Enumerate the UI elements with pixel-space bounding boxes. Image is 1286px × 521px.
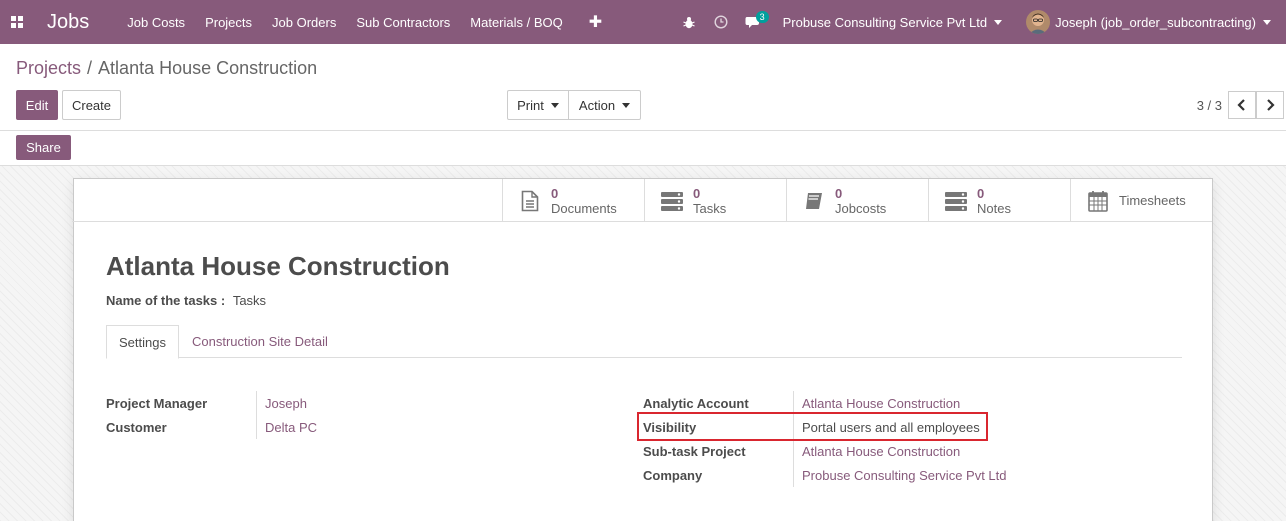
tasks-label: Tasks — [693, 200, 727, 216]
field-sub-task-project: Sub-task Project Atlanta House Construct… — [643, 439, 1123, 463]
field-label: Analytic Account — [643, 395, 749, 411]
avatar — [1026, 10, 1051, 34]
notes-count: 0 — [977, 185, 985, 201]
timesheets-button[interactable]: Timesheets — [1070, 179, 1212, 222]
field-label: Customer — [106, 419, 167, 435]
field-divider — [256, 415, 257, 439]
record-title: Atlanta House Construction — [106, 251, 450, 281]
chat-icon[interactable]: 3 — [737, 0, 769, 44]
chevron-down-icon — [550, 102, 559, 108]
field-divider — [793, 463, 794, 487]
project-manager-link[interactable]: Joseph — [265, 396, 307, 411]
documents-count: 0 — [551, 185, 559, 201]
chevron-down-icon — [1263, 19, 1271, 25]
tasks-button[interactable]: 0 Tasks — [644, 179, 786, 222]
field-project-manager: Project Manager Joseph — [106, 391, 566, 415]
apps-grid-icon[interactable] — [0, 0, 34, 44]
user-name: Joseph (job_order_subcontracting) — [1055, 14, 1256, 30]
menu-job-orders[interactable]: Job Orders — [272, 15, 336, 30]
task-name-line: Name of the tasks : Tasks — [106, 293, 266, 308]
chat-badge: 3 — [755, 11, 769, 23]
share-button[interactable]: Share — [16, 135, 71, 160]
breadcrumb: Projects / Atlanta House Construction — [16, 58, 317, 79]
visibility-highlight-box — [637, 412, 988, 441]
jobcosts-label: Jobcosts — [835, 200, 887, 216]
company-switcher[interactable]: Probuse Consulting Service Pvt Ltd — [783, 15, 1003, 30]
jobcosts-button[interactable]: 0 Jobcosts — [786, 179, 928, 222]
field-company: Company Probuse Consulting Service Pvt L… — [643, 463, 1123, 487]
company-link[interactable]: Probuse Consulting Service Pvt Ltd — [802, 468, 1007, 483]
jobcosts-count: 0 — [835, 185, 843, 201]
document-icon — [519, 189, 541, 213]
action-label: Action — [578, 97, 616, 113]
edit-button[interactable]: Edit — [16, 90, 58, 120]
tab-construction-site-detail[interactable]: Construction Site Detail — [180, 325, 340, 358]
documents-label: Documents — [551, 200, 617, 216]
menu-projects[interactable]: Projects — [205, 15, 252, 30]
menu-materials-boq[interactable]: Materials / BOQ — [470, 15, 562, 30]
app-brand[interactable]: Jobs — [47, 11, 89, 34]
breadcrumb-separator: / — [87, 58, 93, 78]
pager-next-button[interactable] — [1256, 91, 1284, 119]
tab-settings[interactable]: Settings — [106, 325, 179, 359]
field-label: Sub-task Project — [643, 443, 746, 459]
notes-label: Notes — [977, 200, 1011, 216]
chevron-down-icon — [994, 19, 1003, 25]
notes-icon — [945, 189, 967, 213]
bug-icon[interactable] — [673, 0, 705, 44]
tasks-count: 0 — [693, 185, 701, 201]
chevron-down-icon — [622, 102, 631, 108]
timesheets-label: Timesheets — [1119, 193, 1186, 208]
notebook-tabs: Settings Construction Site Detail — [106, 325, 1182, 359]
book-icon — [803, 189, 825, 213]
print-dropdown[interactable]: Print — [507, 90, 569, 120]
chevron-left-icon — [1237, 99, 1245, 111]
menu-sub-contractors[interactable]: Sub Contractors — [356, 15, 450, 30]
analytic-account-link[interactable]: Atlanta House Construction — [802, 396, 960, 411]
menu-job-costs[interactable]: Job Costs — [127, 15, 185, 30]
user-menu[interactable]: Joseph (job_order_subcontracting) — [1026, 10, 1271, 34]
plus-icon[interactable]: ✚ — [589, 12, 602, 32]
chevron-right-icon — [1267, 99, 1275, 111]
print-label: Print — [517, 97, 544, 113]
company-name: Probuse Consulting Service Pvt Ltd — [782, 14, 988, 30]
calendar-icon — [1087, 189, 1109, 213]
divider — [0, 130, 1286, 131]
documents-button[interactable]: 0 Documents — [502, 179, 644, 222]
tasks-icon — [661, 189, 683, 213]
pager-previous-button[interactable] — [1228, 91, 1256, 119]
top-navbar: Jobs Job Costs Projects Job Orders Sub C… — [0, 0, 1286, 44]
field-label: Project Manager — [106, 395, 208, 411]
pager-value[interactable]: 3 / 3 — [1197, 98, 1222, 113]
breadcrumb-current: Atlanta House Construction — [98, 58, 318, 78]
field-customer: Customer Delta PC — [106, 415, 566, 439]
navbar-systray: 3 Probuse Consulting Service Pvt Ltd Jos… — [673, 0, 1286, 44]
task-name-value: Tasks — [232, 293, 267, 308]
field-divider — [256, 391, 257, 415]
breadcrumb-projects-link[interactable]: Projects — [16, 58, 81, 79]
action-dropdown[interactable]: Action — [568, 90, 641, 120]
clock-icon[interactable] — [705, 0, 737, 44]
smart-button-box: 0 Documents 0 Tasks 0 Jobcosts 0 Notes T… — [72, 179, 1212, 222]
task-name-label: Name of the tasks : — [106, 293, 226, 308]
create-button[interactable]: Create — [62, 90, 121, 120]
field-label: Company — [643, 467, 703, 483]
field-divider — [793, 439, 794, 463]
form-sheet: 0 Documents 0 Tasks 0 Jobcosts 0 Notes T… — [72, 178, 1213, 521]
sub-task-project-link[interactable]: Atlanta House Construction — [802, 444, 960, 459]
notes-button[interactable]: 0 Notes — [928, 179, 1070, 222]
customer-link[interactable]: Delta PC — [265, 420, 317, 435]
